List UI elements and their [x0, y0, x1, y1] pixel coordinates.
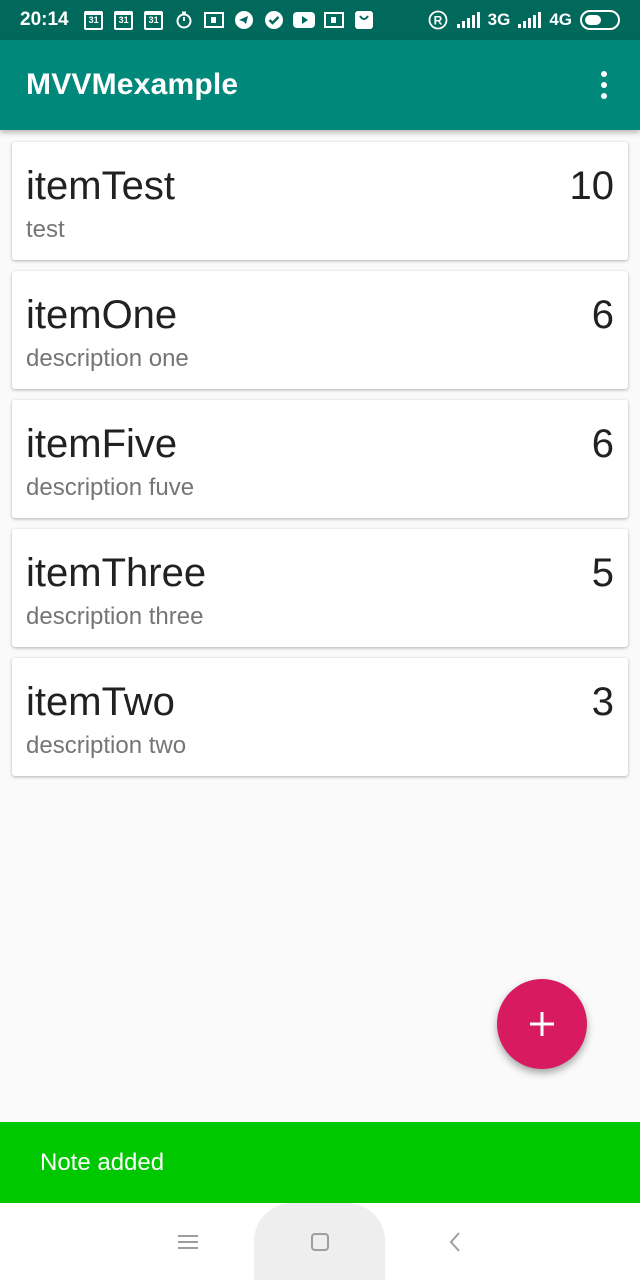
item-list: itemTest test 10 itemOne description one… — [12, 142, 628, 787]
network-type-1: 3G — [487, 10, 511, 29]
item-description: description two — [26, 732, 187, 759]
signal-icon — [456, 12, 480, 28]
list-item[interactable]: itemOne description one 6 — [12, 271, 628, 389]
item-description: test — [26, 216, 65, 243]
svg-text:R: R — [433, 14, 442, 28]
status-time: 20:14 — [20, 9, 69, 30]
status-bar: 20:14 31 31 31 R 3G 4G — [0, 0, 640, 40]
item-priority: 3 — [591, 680, 614, 724]
battery-icon — [580, 10, 620, 30]
back-button[interactable] — [425, 1203, 485, 1280]
snackbar: Note added — [0, 1122, 640, 1203]
item-priority: 6 — [591, 422, 614, 466]
menu-icon — [178, 1234, 198, 1249]
home-square-icon — [310, 1232, 329, 1251]
navigation-bar — [0, 1203, 640, 1280]
item-title: itemFive — [26, 422, 178, 466]
list-item[interactable]: itemTwo description two 3 — [12, 658, 628, 776]
telegram-icon — [233, 10, 255, 30]
app-title: MVVMexample — [26, 68, 239, 101]
calendar-icon: 31 — [83, 10, 105, 30]
status-right: R 3G 4G — [427, 10, 620, 30]
list-item[interactable]: itemTest test 10 — [12, 142, 628, 260]
registered-icon: R — [427, 10, 449, 30]
chevron-left-icon — [449, 1231, 460, 1252]
list-item[interactable]: itemThree description three 5 — [12, 529, 628, 647]
item-priority: 6 — [591, 293, 614, 337]
calendar-icon: 31 — [143, 10, 165, 30]
bag-icon — [353, 10, 375, 30]
add-note-button[interactable] — [497, 979, 587, 1069]
snackbar-message: Note added — [40, 1148, 165, 1176]
home-button[interactable] — [254, 1203, 385, 1280]
calendar-icon: 31 — [113, 10, 135, 30]
check-circle-icon — [263, 10, 285, 30]
window-icon — [203, 10, 225, 30]
item-priority: 10 — [569, 164, 615, 208]
item-title: itemTest — [26, 164, 175, 208]
window-icon — [323, 10, 345, 30]
network-type-2: 4G — [549, 10, 572, 29]
app-bar: MVVMexample — [0, 40, 640, 130]
item-title: itemThree — [26, 551, 207, 595]
item-description: description three — [26, 603, 204, 630]
stopwatch-icon — [173, 10, 195, 30]
list-item[interactable]: itemFive description fuve 6 — [12, 400, 628, 518]
item-title: itemTwo — [26, 680, 175, 724]
status-left: 20:14 31 31 31 — [20, 9, 375, 31]
plus-icon — [530, 1012, 554, 1036]
item-title: itemOne — [26, 293, 178, 337]
signal-icon — [518, 12, 542, 28]
overflow-menu-icon[interactable] — [592, 65, 616, 105]
recent-apps-button[interactable] — [158, 1203, 218, 1280]
youtube-icon — [292, 10, 315, 30]
item-description: description fuve — [26, 474, 195, 501]
item-description: description one — [26, 345, 189, 372]
item-priority: 5 — [591, 551, 614, 595]
